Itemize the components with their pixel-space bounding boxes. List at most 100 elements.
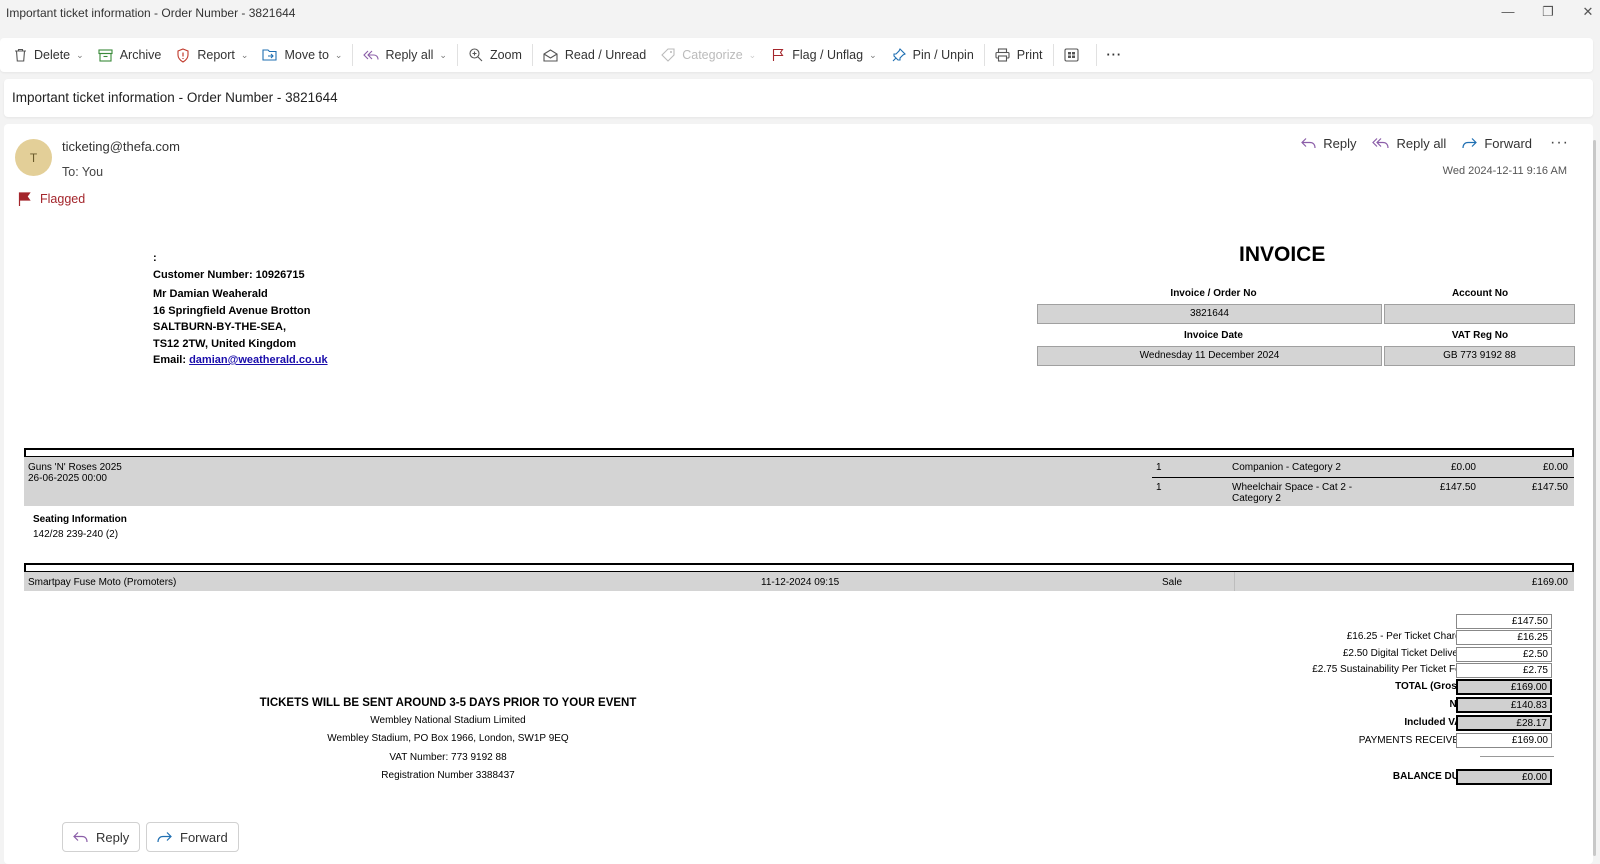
line-price: £147.50: [1439, 482, 1476, 493]
grid-view-icon: [1064, 47, 1080, 63]
move-folder-icon: [262, 47, 278, 63]
avatar[interactable]: T: [15, 139, 52, 176]
forward-icon: [1462, 138, 1478, 149]
archive-button[interactable]: Archive: [94, 42, 166, 68]
subject-bar: Important ticket information - Order Num…: [4, 79, 1593, 117]
company-registration: Registration Number 3388437: [381, 769, 515, 781]
flag-status-label: Flagged: [40, 192, 86, 206]
zoom-icon: [468, 47, 484, 63]
colon-text: :: [153, 252, 157, 264]
bottom-forward-button[interactable]: Forward: [146, 822, 239, 852]
sustainability-value: £2.75: [1456, 663, 1552, 678]
order-no-value: 3821644: [1037, 304, 1382, 324]
trash-icon: [12, 47, 28, 63]
sender-address[interactable]: ticketing@thefa.com: [62, 139, 180, 154]
cell-divider: [1234, 572, 1235, 591]
event-date: 26-06-2025 00:00: [28, 473, 107, 484]
report-button[interactable]: Report ⌄: [171, 42, 252, 68]
pin-icon: [891, 47, 907, 63]
payment-datetime: 11-12-2024 09:15: [761, 577, 840, 588]
row-divider: [1152, 477, 1574, 478]
zoom-button[interactable]: Zoom: [464, 42, 526, 68]
zoom-label: Zoom: [489, 48, 522, 62]
reply-all-button[interactable]: Reply all: [1372, 136, 1446, 151]
total-gross-value: £169.00: [1456, 679, 1552, 695]
delete-button[interactable]: Delete ⌄: [8, 42, 88, 68]
invoice-date-value: Wednesday 11 December 2024: [1037, 346, 1382, 366]
net-value: £140.83: [1456, 697, 1552, 713]
envelope-open-icon: [543, 47, 559, 63]
line-total: £147.50: [1531, 482, 1568, 493]
bottom-reply-label: Reply: [96, 829, 130, 845]
forward-button[interactable]: Forward: [1462, 136, 1532, 151]
payments-received-value: £169.00: [1456, 733, 1552, 748]
title-bar: Important ticket information - Order Num…: [0, 0, 1600, 26]
read-unread-button[interactable]: Read / Unread: [539, 42, 650, 68]
seating-label: Seating Information: [33, 514, 127, 525]
address-line: Mr Damian Weaherald: [153, 288, 268, 300]
move-to-button[interactable]: Move to ⌄: [258, 42, 346, 68]
received-date: Wed 2024-12-11 9:16 AM: [1442, 165, 1567, 177]
flag-status[interactable]: Flagged: [18, 192, 85, 206]
chevron-down-icon[interactable]: ⌄: [869, 50, 877, 61]
email-link[interactable]: damian@weatherald.co.uk: [189, 354, 328, 366]
line-desc-cont: Category 2: [1232, 493, 1281, 504]
restore-button[interactable]: ❐: [1538, 4, 1558, 20]
read-unread-label: Read / Unread: [564, 48, 647, 62]
message-pane: T ticketing@thefa.com To: You Flagged Re…: [4, 124, 1593, 864]
chevron-down-icon[interactable]: ⌄: [76, 50, 84, 61]
more-actions-button[interactable]: ···: [1550, 134, 1569, 152]
scrollbar[interactable]: [1593, 140, 1596, 856]
reply-all-button[interactable]: Reply all ⌄: [359, 42, 450, 68]
chevron-down-icon[interactable]: ⌄: [439, 50, 447, 61]
chevron-down-icon[interactable]: ⌄: [335, 50, 343, 61]
separator: [1052, 44, 1054, 66]
line-qty: 1: [1156, 462, 1162, 473]
separator: [983, 44, 985, 66]
account-no-value: [1384, 304, 1575, 324]
payment-amount: £169.00: [1531, 577, 1568, 588]
delivery-value: £2.50: [1456, 647, 1552, 662]
invoice-footer: TICKETS WILL BE SENT AROUND 3-5 DAYS PRI…: [248, 694, 648, 785]
email-line: Email: damian@weatherald.co.uk: [153, 352, 328, 369]
reply-all-icon: [1372, 138, 1390, 149]
bottom-reply-button[interactable]: Reply: [62, 822, 141, 852]
delivery-label: £2.50 Digital Ticket Delivery:: [1342, 648, 1469, 659]
more-options-button[interactable]: ···: [1103, 42, 1127, 68]
flag-unflag-label: Flag / Unflag: [792, 48, 864, 62]
pin-unpin-button[interactable]: Pin / Unpin: [887, 42, 978, 68]
address-line: TS12 2TW, United Kingdom: [153, 337, 297, 350]
flag-unflag-button[interactable]: Flag / Unflag ⌄: [766, 42, 880, 68]
separator: [1095, 44, 1097, 66]
chevron-down-icon[interactable]: ⌄: [749, 50, 757, 61]
customer-number: Customer Number: 10926715: [153, 268, 305, 281]
chevron-down-icon[interactable]: ⌄: [241, 50, 249, 61]
reply-label: Reply: [1323, 135, 1357, 151]
account-no-header: Account No: [1451, 288, 1509, 299]
separator: [456, 44, 458, 66]
flag-filled-icon: [18, 192, 31, 206]
payment-method: Smartpay Fuse Moto (Promoters): [28, 577, 177, 588]
print-label: Print: [1016, 48, 1043, 62]
categorize-button[interactable]: Categorize ⌄: [656, 42, 760, 68]
immersive-reader-button[interactable]: [1060, 42, 1090, 68]
event-name: Guns 'N' Roses 2025: [28, 462, 122, 473]
minimize-button[interactable]: —: [1498, 4, 1518, 19]
move-to-label: Move to: [284, 48, 329, 62]
company-address: Wembley Stadium, PO Box 1966, London, SW…: [327, 733, 569, 745]
ticket-charge-label: £16.25 - Per Ticket Charge:: [1346, 631, 1469, 642]
reply-button[interactable]: Reply: [1301, 136, 1356, 151]
subject-title: Important ticket information - Order Num…: [12, 90, 338, 105]
line-qty: 1: [1156, 482, 1162, 493]
bottom-forward-label: Forward: [180, 829, 228, 845]
print-button[interactable]: Print: [991, 42, 1047, 68]
invoice-date-header: Invoice Date: [1184, 330, 1243, 341]
reply-all-label: Reply all: [385, 48, 434, 62]
close-button[interactable]: ✕: [1578, 4, 1598, 20]
seating-info: Seating Information 142/28 239-240 (2): [33, 512, 127, 542]
report-label: Report: [197, 48, 235, 62]
message-actions: Reply Reply all Forward ···: [1285, 134, 1569, 152]
recipient-line: To: You: [62, 165, 104, 179]
payment-type: Sale: [1162, 577, 1183, 588]
line-total: £0.00: [1542, 462, 1568, 473]
